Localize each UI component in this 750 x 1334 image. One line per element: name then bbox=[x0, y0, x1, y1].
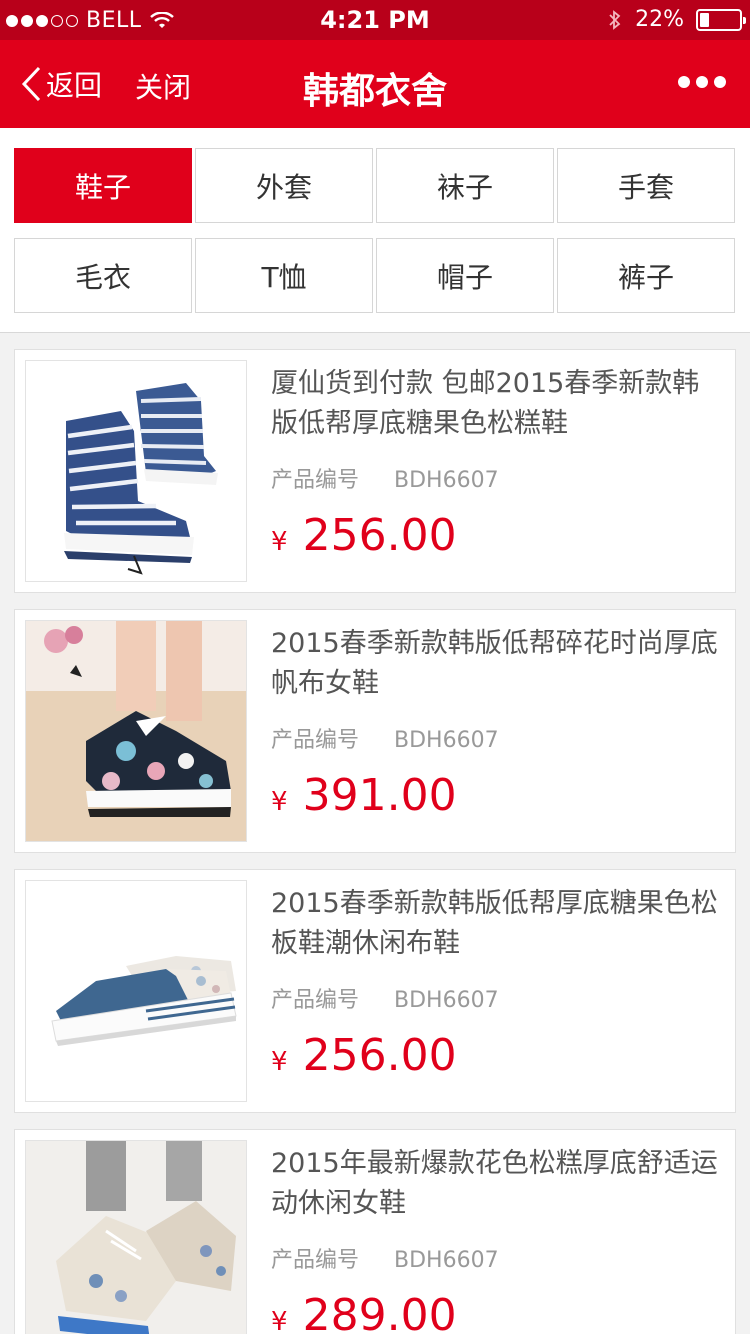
chevron-left-icon bbox=[21, 66, 41, 102]
product-info: 2015年最新爆款花色松糕厚底舒适运动休闲女鞋 产品编号 BDH6607 ¥ 2… bbox=[271, 1144, 721, 1334]
product-code-label: 产品编号 bbox=[271, 988, 360, 1013]
category-tab-tshirts[interactable]: T恤 bbox=[195, 238, 373, 313]
category-tab-hats[interactable]: 帽子 bbox=[376, 238, 554, 313]
close-button[interactable]: 关闭 bbox=[135, 66, 191, 106]
product-title: 2015春季新款韩版低帮碎花时尚厚底帆布女鞋 bbox=[271, 628, 718, 699]
currency-symbol: ¥ bbox=[271, 787, 288, 817]
product-card[interactable]: 2015年最新爆款花色松糕厚底舒适运动休闲女鞋 产品编号 BDH6607 ¥ 2… bbox=[14, 1129, 736, 1334]
product-card[interactable]: 厦仙货到付款 包邮2015春季新款韩版低帮厚底糖果色松糕鞋 产品编号 BDH66… bbox=[14, 349, 736, 593]
nav-bar: 返回 关闭 韩都衣舍 bbox=[0, 40, 750, 128]
product-image bbox=[25, 620, 247, 842]
currency-symbol: ¥ bbox=[271, 527, 288, 557]
product-code-value: BDH6607 bbox=[394, 988, 499, 1013]
category-tab-shoes[interactable]: 鞋子 bbox=[14, 148, 192, 223]
product-image bbox=[25, 1140, 247, 1334]
product-price: ¥ 289.00 bbox=[271, 1290, 721, 1334]
product-info: 2015春季新款韩版低帮厚底糖果色松板鞋潮休闲布鞋 产品编号 BDH6607 ¥… bbox=[271, 884, 721, 1081]
page-title: 韩都衣舍 bbox=[302, 71, 447, 112]
category-tab-sweaters[interactable]: 毛衣 bbox=[14, 238, 192, 313]
bluetooth-icon bbox=[609, 9, 621, 30]
more-icon[interactable] bbox=[678, 76, 726, 88]
price-amount: 256.00 bbox=[302, 510, 457, 561]
product-price: ¥ 391.00 bbox=[271, 770, 721, 821]
product-price: ¥ 256.00 bbox=[271, 510, 721, 561]
currency-symbol: ¥ bbox=[271, 1307, 288, 1334]
category-grid: 鞋子 外套 袜子 手套 毛衣 T恤 帽子 裤子 bbox=[0, 128, 750, 333]
product-code: 产品编号 BDH6607 bbox=[271, 722, 721, 754]
product-code: 产品编号 BDH6607 bbox=[271, 982, 721, 1014]
product-card[interactable]: 2015春季新款韩版低帮碎花时尚厚底帆布女鞋 产品编号 BDH6607 ¥ 39… bbox=[14, 609, 736, 853]
status-bar: BELL 4:21 PM 22% bbox=[0, 0, 750, 40]
battery-icon bbox=[696, 8, 746, 31]
back-button[interactable]: 返回 bbox=[20, 64, 102, 104]
back-label: 返回 bbox=[46, 69, 103, 102]
product-price: ¥ 256.00 bbox=[271, 1030, 721, 1081]
battery-percent: 22% bbox=[635, 7, 684, 32]
product-code-label: 产品编号 bbox=[271, 1248, 360, 1273]
category-tab-gloves[interactable]: 手套 bbox=[557, 148, 735, 223]
product-code: 产品编号 BDH6607 bbox=[271, 462, 721, 494]
product-info: 2015春季新款韩版低帮碎花时尚厚底帆布女鞋 产品编号 BDH6607 ¥ 39… bbox=[271, 624, 721, 821]
price-amount: 391.00 bbox=[302, 770, 457, 821]
category-tab-coats[interactable]: 外套 bbox=[195, 148, 373, 223]
product-image bbox=[25, 880, 247, 1102]
status-right: 22% bbox=[607, 7, 746, 32]
product-code-label: 产品编号 bbox=[271, 728, 360, 753]
product-card[interactable]: 2015春季新款韩版低帮厚底糖果色松板鞋潮休闲布鞋 产品编号 BDH6607 ¥… bbox=[14, 869, 736, 1113]
product-title: 厦仙货到付款 包邮2015春季新款韩版低帮厚底糖果色松糕鞋 bbox=[271, 368, 700, 439]
category-tab-socks[interactable]: 袜子 bbox=[376, 148, 554, 223]
product-code: 产品编号 BDH6607 bbox=[271, 1242, 721, 1274]
price-amount: 289.00 bbox=[302, 1290, 457, 1334]
price-amount: 256.00 bbox=[302, 1030, 457, 1081]
product-code-label: 产品编号 bbox=[271, 468, 360, 493]
category-tab-pants[interactable]: 裤子 bbox=[557, 238, 735, 313]
currency-symbol: ¥ bbox=[271, 1047, 288, 1077]
product-title: 2015年最新爆款花色松糕厚底舒适运动休闲女鞋 bbox=[271, 1148, 718, 1219]
product-code-value: BDH6607 bbox=[394, 728, 499, 753]
product-title: 2015春季新款韩版低帮厚底糖果色松板鞋潮休闲布鞋 bbox=[271, 888, 718, 959]
product-info: 厦仙货到付款 包邮2015春季新款韩版低帮厚底糖果色松糕鞋 产品编号 BDH66… bbox=[271, 364, 721, 561]
product-code-value: BDH6607 bbox=[394, 468, 499, 493]
product-code-value: BDH6607 bbox=[394, 1248, 499, 1273]
product-image bbox=[25, 360, 247, 582]
